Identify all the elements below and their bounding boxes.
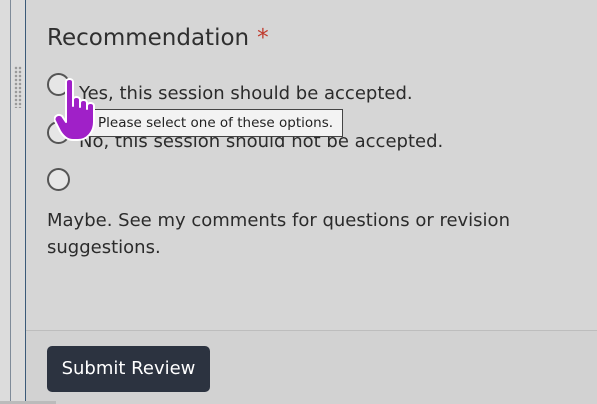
submit-review-button[interactable]: Submit Review [47,346,210,392]
radio-option-maybe[interactable] [47,168,70,191]
required-asterisk: * [257,25,269,51]
question-card: Recommendation * Yes, this session should… [26,0,597,330]
review-form-page: Recommendation * Yes, this session should… [0,0,597,404]
question-title-text: Recommendation [47,25,250,51]
left-gutter [0,0,26,404]
left-divider [10,0,11,404]
form-footer: Submit Review [26,330,597,404]
validation-tooltip: Please select one of these options. [88,109,344,137]
option-label-maybe[interactable]: Maybe. See my comments for questions or … [47,207,517,261]
question-title: Recommendation * [47,22,269,54]
drag-handle-icon[interactable] [14,66,22,108]
hand-pointer-icon [54,78,95,141]
option-label-yes[interactable]: Yes, this session should be accepted. [79,80,413,107]
